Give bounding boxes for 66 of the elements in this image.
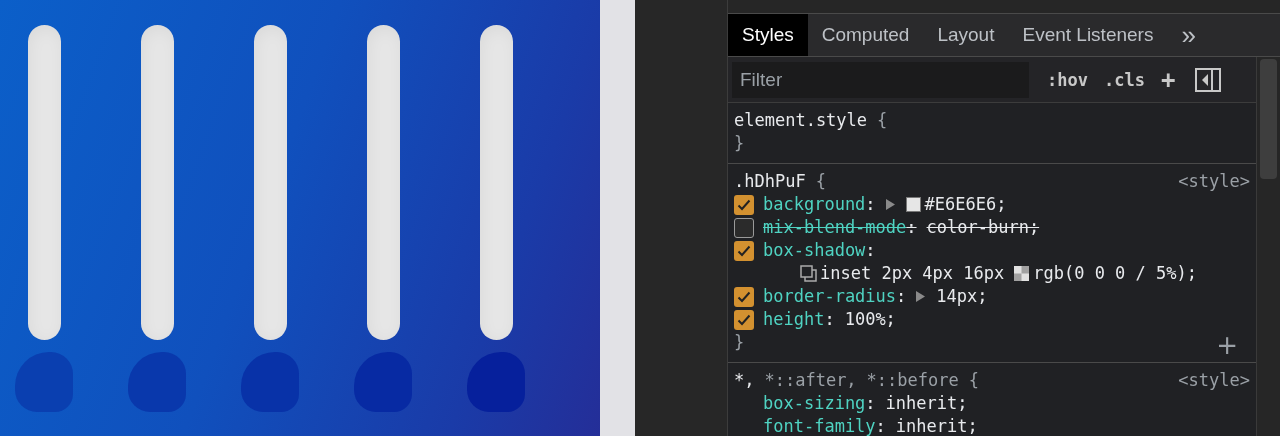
filter-field[interactable]: Filter xyxy=(732,61,1029,98)
declaration-checkbox[interactable] xyxy=(734,240,754,261)
slider-track[interactable] xyxy=(366,25,400,340)
colon-text: : xyxy=(865,239,876,262)
toolbar-button[interactable]: :hov xyxy=(1039,69,1096,90)
property-value: 100%; xyxy=(844,308,896,331)
shadow-editor-icon[interactable] xyxy=(800,264,818,283)
declaration-checkbox[interactable] xyxy=(734,217,754,238)
panel-tab[interactable]: Styles xyxy=(728,14,808,56)
selector-text: element.style xyxy=(734,109,868,132)
color-swatch-icon[interactable] xyxy=(905,197,921,212)
brace-text: } xyxy=(734,132,745,155)
colon-text: : xyxy=(865,193,876,216)
blob-shape xyxy=(467,352,525,412)
selector-text: *, xyxy=(734,369,755,392)
property-value: color-burn; xyxy=(926,216,1040,239)
property-name: box-sizing xyxy=(763,392,866,415)
property-name: background xyxy=(763,193,866,216)
property-name: height xyxy=(763,308,825,331)
panel-tab[interactable]: Event Listeners xyxy=(1008,14,1168,56)
property-name: box-shadow xyxy=(763,239,866,262)
blob-shape xyxy=(354,352,412,412)
selector-text: *::before xyxy=(866,369,959,392)
slider-track[interactable] xyxy=(253,25,287,340)
declaration-checkbox[interactable] xyxy=(734,309,754,330)
colon-text: : xyxy=(906,216,917,239)
property-value: inherit; xyxy=(885,392,968,415)
selector-text: *::after, xyxy=(764,369,857,392)
property-value: 14px; xyxy=(936,285,988,308)
toolbar-button[interactable]: .cls xyxy=(1095,69,1153,90)
property-value: #E6E6E6; xyxy=(924,193,1007,216)
property-value: inherit; xyxy=(895,415,978,436)
colon-text: : xyxy=(824,308,835,331)
colon-text: : xyxy=(865,392,876,415)
slider-track[interactable] xyxy=(479,25,513,340)
expand-triangle-icon[interactable] xyxy=(916,291,926,302)
brace-text: { xyxy=(968,369,979,392)
brace-text: } xyxy=(734,331,745,354)
property-name: mix-blend-mode xyxy=(763,216,907,239)
more-tabs-button[interactable]: » xyxy=(1167,14,1210,56)
source-link[interactable]: <style> xyxy=(1178,369,1250,392)
brace-text: { xyxy=(815,170,826,193)
declaration-checkbox[interactable] xyxy=(734,194,754,215)
brace-text: { xyxy=(877,109,888,132)
toolbar-button[interactable]: + xyxy=(1152,65,1184,94)
slider-track[interactable] xyxy=(140,25,174,340)
color-swatch-icon[interactable] xyxy=(1014,266,1030,281)
blob-shape xyxy=(15,352,73,412)
property-name: font-family xyxy=(763,415,876,436)
panel-tab[interactable]: Computed xyxy=(807,14,924,56)
property-value: inset 2px 4px 16px xyxy=(820,262,1005,285)
blob-shape xyxy=(241,352,299,412)
slider-track[interactable] xyxy=(27,25,61,340)
blob-shape xyxy=(128,352,186,412)
scrollbar-thumb[interactable] xyxy=(1260,59,1277,179)
expand-triangle-icon[interactable] xyxy=(885,199,895,210)
panel-tab[interactable]: Layout xyxy=(923,14,1009,56)
declaration-checkbox[interactable] xyxy=(734,286,754,307)
sidebar-toggle-icon[interactable] xyxy=(1195,67,1222,92)
selector-text: .hDhPuF xyxy=(734,170,806,193)
source-link[interactable]: <style> xyxy=(1178,170,1250,193)
property-name: border-radius xyxy=(763,285,897,308)
add-property-button[interactable]: + xyxy=(1216,332,1238,358)
property-value: rgb(0 0 0 / 5%); xyxy=(1033,262,1197,285)
colon-text: : xyxy=(875,415,886,436)
colon-text: : xyxy=(896,285,907,308)
